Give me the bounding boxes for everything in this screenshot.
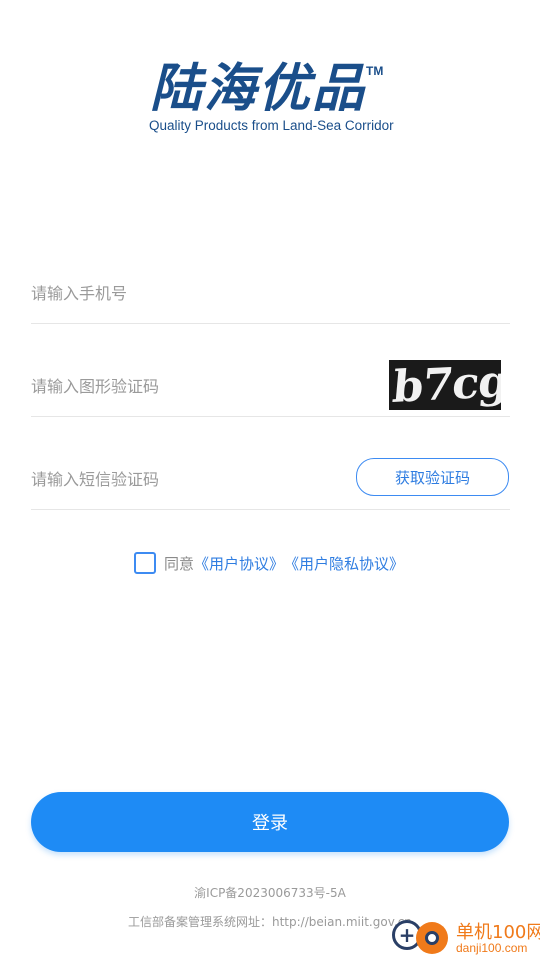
- sms-code-field: 获取验证码: [31, 417, 510, 510]
- logo-chinese-text: 陆海优品: [150, 58, 367, 119]
- phone-field: [31, 231, 510, 324]
- captcha-field: b7cg: [31, 324, 510, 417]
- sms-code-input[interactable]: [31, 467, 361, 491]
- phone-input[interactable]: [31, 281, 361, 305]
- agreement-checkbox[interactable]: [134, 552, 156, 574]
- logo-trademark: TM: [366, 64, 384, 78]
- user-agreement-link[interactable]: 《用户协议》: [194, 553, 284, 574]
- ring-circle-icon: [416, 922, 448, 954]
- logo-english-text: Quality Products from Land-Sea Corridor: [149, 118, 394, 133]
- captcha-input[interactable]: [31, 374, 361, 398]
- privacy-agreement-link[interactable]: 《用户隐私协议》: [284, 553, 404, 574]
- watermark-url: danji100.com: [456, 941, 528, 955]
- watermark: + 单机100网 danji100.com: [390, 916, 540, 960]
- agreement-row: 同意 《用户协议》 《用户隐私协议》: [134, 550, 404, 576]
- agreement-prefix: 同意: [164, 554, 195, 573]
- captcha-image[interactable]: b7cg: [389, 360, 501, 410]
- captcha-image-text: b7cg: [390, 360, 501, 410]
- beian-url[interactable]: 工信部备案管理系统网址：http://beian.miit.gov.cn: [128, 913, 412, 930]
- get-code-button[interactable]: 获取验证码: [356, 458, 509, 496]
- icp-record: 渝ICP备2023006733号-5A: [194, 886, 346, 900]
- login-page: 陆海优品 TM Quality Products from Land-Sea C…: [0, 0, 540, 960]
- login-button[interactable]: 登录: [31, 792, 509, 852]
- app-logo: 陆海优品 TM Quality Products from Land-Sea C…: [0, 56, 540, 146]
